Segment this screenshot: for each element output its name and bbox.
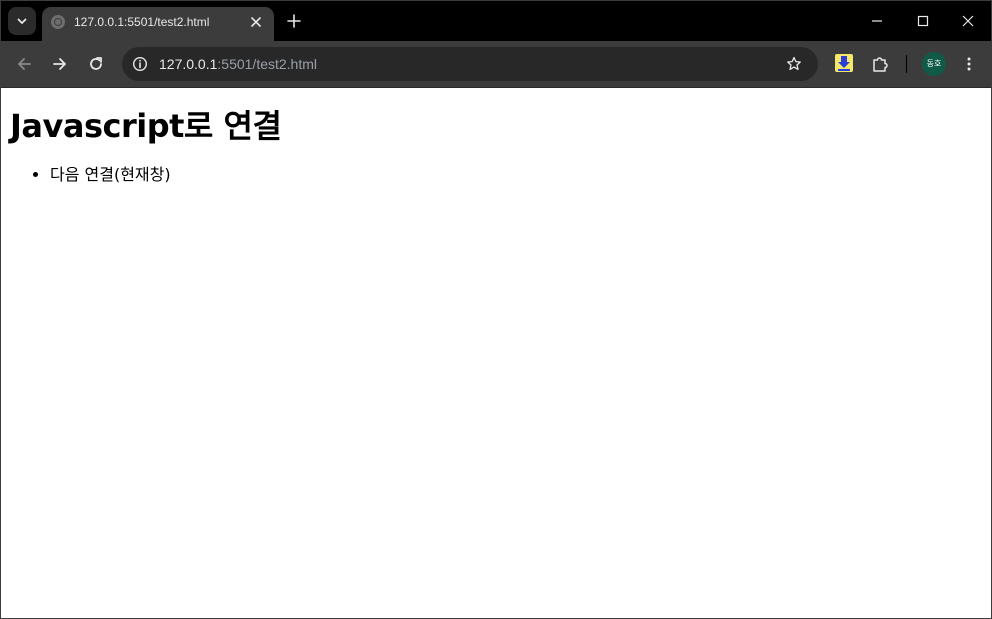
more-vertical-icon (967, 57, 971, 71)
download-arrow-icon (838, 56, 850, 71)
back-button[interactable] (11, 51, 37, 77)
download-extension-icon[interactable] (835, 54, 853, 72)
close-icon (251, 17, 261, 27)
site-info-button[interactable] (128, 52, 152, 76)
page-viewport: Javascript로 연결 다음 연결(현재창) (1, 88, 991, 618)
reload-button[interactable] (83, 51, 109, 77)
tab-search-button[interactable] (8, 7, 36, 35)
maximize-icon (917, 15, 929, 27)
tab-title: 127.0.0.1:5501/test2.html (74, 15, 210, 29)
close-icon (962, 15, 974, 27)
extensions-button[interactable] (867, 51, 893, 77)
puzzle-icon (873, 57, 888, 72)
forward-button[interactable] (47, 51, 73, 77)
list-item: 다음 연결(현재창) (50, 165, 171, 185)
link-list: 다음 연결(현재창) (10, 165, 171, 185)
minimize-icon (872, 20, 882, 22)
page-heading: Javascript로 연결 (10, 107, 282, 145)
star-icon (787, 56, 801, 71)
reload-icon (90, 57, 102, 70)
address-bar[interactable]: 127.0.0.1:5501/test2.html (122, 47, 818, 81)
window-close-button[interactable] (948, 7, 988, 35)
url-host: 127.0.0.1 (159, 56, 218, 72)
arrow-right-icon (53, 58, 66, 70)
tab-strip: 127.0.0.1:5501/test2.html (1, 1, 991, 41)
minimize-button[interactable] (857, 7, 897, 35)
tab-close-button[interactable] (247, 13, 265, 31)
chevron-down-icon (17, 18, 27, 24)
new-tab-button[interactable] (282, 9, 306, 33)
globe-icon (51, 15, 65, 29)
info-icon (132, 56, 148, 72)
arrow-left-icon (18, 58, 31, 70)
next-link-current-window[interactable]: 다음 연결(현재창) (50, 165, 171, 184)
browser-window: 127.0.0.1:5501/test2.html 127.0.0.1:5501… (0, 0, 992, 619)
url-text: 127.0.0.1:5501/test2.html (159, 56, 317, 72)
maximize-button[interactable] (903, 7, 943, 35)
bookmark-button[interactable] (782, 52, 806, 76)
tab-active[interactable]: 127.0.0.1:5501/test2.html (42, 7, 274, 41)
plus-icon (287, 14, 301, 28)
profile-avatar[interactable]: 동호 (922, 52, 946, 76)
url-path: :5501/test2.html (217, 56, 318, 72)
toolbar-separator (906, 55, 907, 73)
browser-toolbar: 127.0.0.1:5501/test2.html 동호 (1, 41, 991, 88)
browser-menu-button[interactable] (956, 51, 982, 77)
